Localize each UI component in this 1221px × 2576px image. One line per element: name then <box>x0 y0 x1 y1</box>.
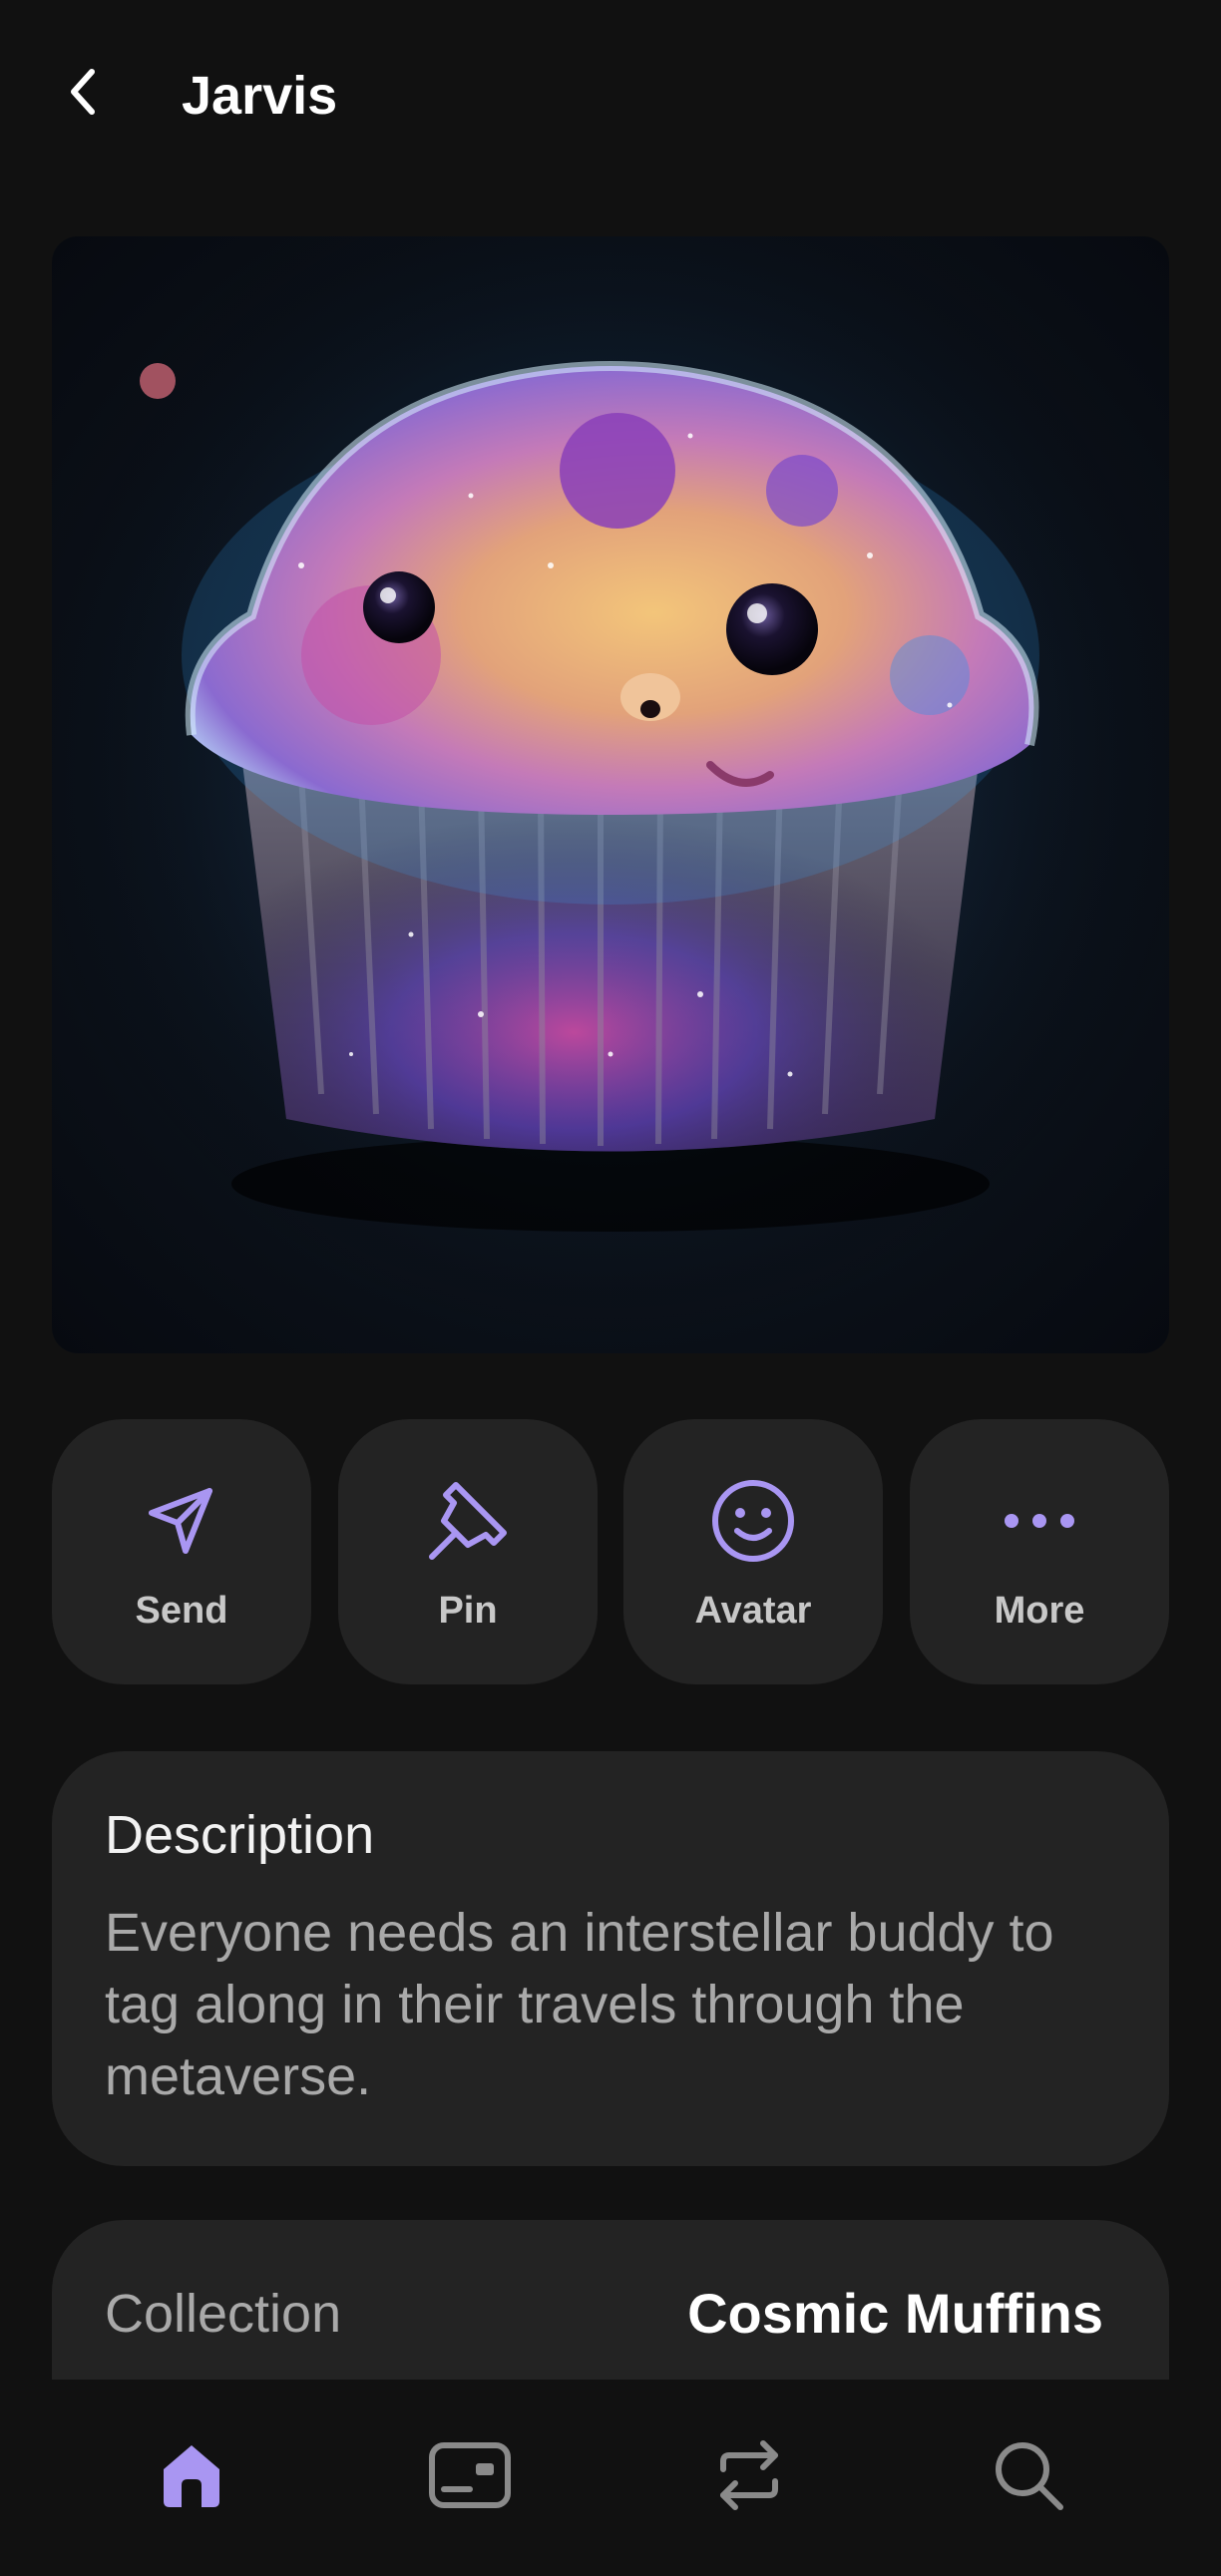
more-dots-icon <box>1005 1514 1074 1528</box>
search-icon <box>996 2442 1063 2510</box>
description-text: Everyone needs an interstellar buddy to … <box>105 1903 1054 2106</box>
wallet-card-icon <box>429 2442 511 2508</box>
chevron-left-icon <box>71 69 95 115</box>
nft-image[interactable] <box>52 236 1169 1353</box>
collection-value[interactable]: Cosmic Muffins <box>687 2278 1103 2350</box>
back-button[interactable] <box>52 60 116 124</box>
send-icon <box>149 1488 212 1554</box>
send-label: Send <box>135 1590 228 1632</box>
more-button[interactable]: More <box>910 1419 1169 1684</box>
collection-label: Collection <box>105 2284 342 2344</box>
avatar-button[interactable]: Avatar <box>623 1419 883 1684</box>
more-label: More <box>994 1590 1085 1632</box>
nft-detail-screen: Jarvis Send Pin Avatar More Description … <box>0 0 1221 2576</box>
nav-search[interactable] <box>979 2425 1078 2525</box>
pin-label: Pin <box>438 1590 498 1632</box>
page-title: Jarvis <box>182 66 338 126</box>
pin-button[interactable]: Pin <box>338 1419 598 1684</box>
action-buttons: Send Pin Avatar More <box>52 1419 1169 1684</box>
smiley-icon <box>712 1480 794 1562</box>
top-bar: Jarvis <box>0 0 1221 189</box>
description-card: Description Everyone needs an interstell… <box>52 1751 1169 2166</box>
send-button[interactable]: Send <box>52 1419 311 1684</box>
avatar-label: Avatar <box>694 1590 812 1632</box>
bottom-nav <box>0 2380 1221 2576</box>
nav-swap[interactable] <box>699 2425 799 2525</box>
swap-arrows-icon <box>720 2440 778 2510</box>
pin-icon <box>429 1482 507 1560</box>
nav-wallet[interactable] <box>420 2425 520 2525</box>
home-icon <box>164 2445 219 2507</box>
nav-home[interactable] <box>142 2425 241 2525</box>
cosmic-muffin-artwork <box>52 236 1169 1353</box>
description-title: Description <box>105 1805 375 1865</box>
